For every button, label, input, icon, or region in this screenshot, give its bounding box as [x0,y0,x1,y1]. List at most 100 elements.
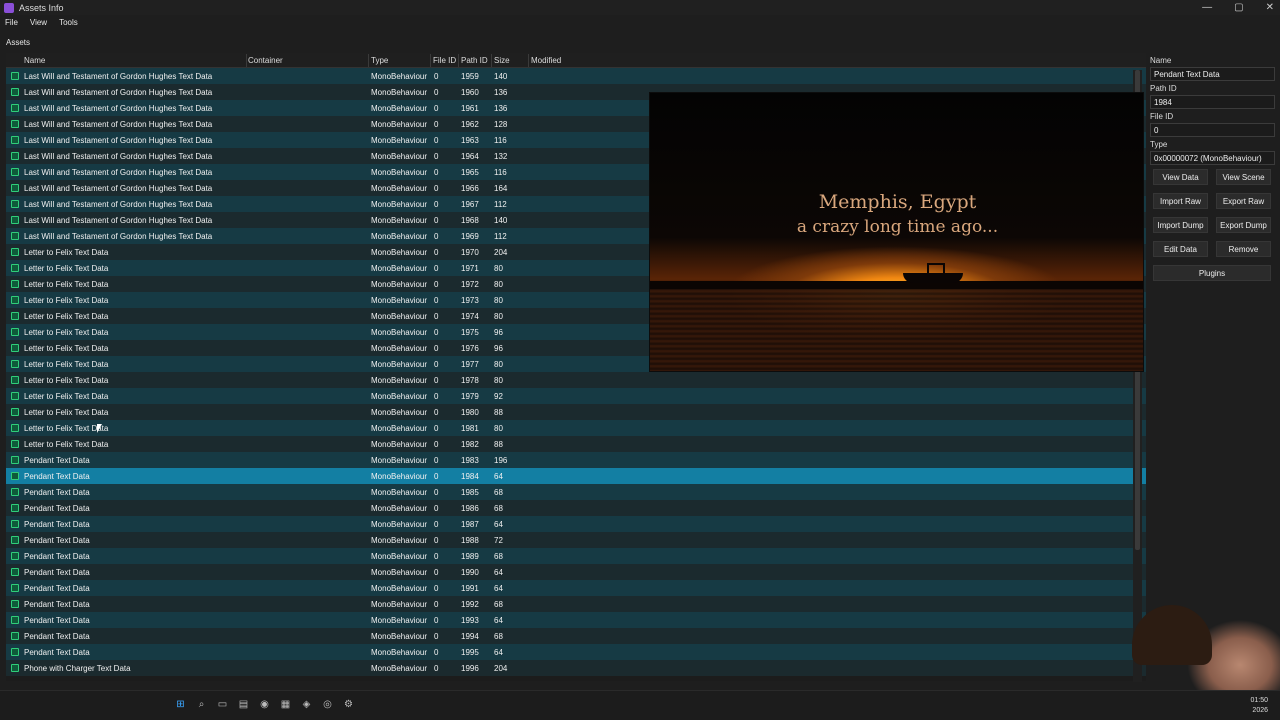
taskbar-clock[interactable]: 01:50 2026 [1250,696,1268,716]
cell-size: 196 [494,456,508,465]
windows-start-icon[interactable]: ⊞ [175,699,186,710]
window-title: Assets Info [19,2,64,13]
clock-date: 2026 [1252,707,1268,714]
cell-file-id: 0 [434,664,439,673]
edge-icon[interactable]: ◉ [259,699,270,710]
cell-path-id: 1994 [461,632,479,641]
view-data-button[interactable]: View Data [1153,169,1208,185]
table-row[interactable]: Pendant Text Data MonoBehaviour 0 1985 68 [6,484,1146,500]
settings-icon[interactable]: ⚙ [343,699,354,710]
cell-size: 96 [494,328,503,337]
chrome-icon[interactable]: ◎ [322,699,333,710]
cell-size: 64 [494,616,503,625]
cell-size: 204 [494,664,508,673]
cell-size: 68 [494,488,503,497]
export-raw-button[interactable]: Export Raw [1216,193,1271,209]
cell-file-id: 0 [434,136,439,145]
table-row[interactable]: Pendant Text Data MonoBehaviour 0 1994 68 [6,628,1146,644]
maximize-icon[interactable]: ▢ [1234,2,1243,13]
cell-path-id: 1975 [461,328,479,337]
table-row[interactable]: Pendant Text Data MonoBehaviour 0 1989 68 [6,548,1146,564]
cell-file-id: 0 [434,520,439,529]
column-size[interactable]: Size [494,56,510,65]
import-raw-button[interactable]: Import Raw [1153,193,1208,209]
table-row[interactable]: Letter to Felix Text Data MonoBehaviour 0 1… [6,404,1146,420]
cell-path-id: 1967 [461,200,479,209]
store-icon[interactable]: ▦ [280,699,291,710]
table-row[interactable]: Letter to Felix Text Data MonoBehaviour 0 1… [6,388,1146,404]
cell-file-id: 0 [434,312,439,321]
cell-name: Last Will and Testament of Gordon Hughes… [24,168,213,177]
table-row[interactable]: Pendant Text Data MonoBehaviour 0 1992 68 [6,596,1146,612]
table-row[interactable]: Pendant Text Data MonoBehaviour 0 1995 64 [6,644,1146,660]
cell-file-id: 0 [434,344,439,353]
table-row[interactable]: Pendant Text Data MonoBehaviour 0 1990 64 [6,564,1146,580]
view-scene-button[interactable]: View Scene [1216,169,1271,185]
column-name[interactable]: Name [24,56,45,65]
type-field[interactable]: 0x00000072 (MonoBehaviour) [1150,151,1275,165]
cell-path-id: 1981 [461,424,479,433]
edit-data-button[interactable]: Edit Data [1153,241,1208,257]
cell-file-id: 0 [434,568,439,577]
table-row[interactable]: Pendant Text Data MonoBehaviour 0 1991 64 [6,580,1146,596]
monobehaviour-icon [11,472,19,480]
cell-path-id: 1959 [461,72,479,81]
column-container[interactable]: Container [248,56,283,65]
column-file-id[interactable]: File ID [433,56,456,65]
taskbar: ⊞ ⌕ ▭ ▤ ◉ ▦ ◈ ◎ ⚙ 01:50 2026 [0,690,1280,720]
import-dump-button[interactable]: Import Dump [1153,217,1208,233]
column-type[interactable]: Type [371,56,388,65]
export-dump-button[interactable]: Export Dump [1216,217,1271,233]
table-row[interactable]: Letter to Felix Text Data MonoBehaviour 0 1… [6,436,1146,452]
monobehaviour-icon [11,200,19,208]
table-row[interactable]: Pendant Text Data MonoBehaviour 0 1983 196 [6,452,1146,468]
search-icon[interactable]: ⌕ [196,699,207,710]
table-row[interactable]: Letter to Felix Text Data MonoBehaviour 0 1… [6,420,1146,436]
table-row[interactable]: Last Will and Testament of Gordon Hughes… [6,68,1146,84]
plugins-button[interactable]: Plugins [1153,265,1271,281]
table-row[interactable]: Pendant Text Data MonoBehaviour 0 1986 68 [6,500,1146,516]
column-path-id[interactable]: Path ID [461,56,488,65]
cell-name: Last Will and Testament of Gordon Hughes… [24,72,213,81]
cell-size: 92 [494,392,503,401]
cell-type: MonoBehaviour [371,648,428,657]
close-icon[interactable]: ✕ [1266,2,1274,13]
task-view-icon[interactable]: ▭ [217,699,228,710]
cell-file-id: 0 [434,600,439,609]
file-id-field[interactable]: 0 [1150,123,1275,137]
cell-file-id: 0 [434,360,439,369]
cell-size: 80 [494,424,503,433]
cell-name: Pendant Text Data [24,648,90,657]
menu-file[interactable]: File [5,18,18,27]
path-id-field[interactable]: 1984 [1150,95,1275,109]
minimize-icon[interactable]: — [1202,2,1212,13]
menu-tools[interactable]: Tools [59,18,78,27]
table-row[interactable]: Pendant Text Data MonoBehaviour 0 1984 64 [6,468,1146,484]
column-modified[interactable]: Modified [531,56,561,65]
cell-name: Pendant Text Data [24,584,90,593]
cell-type: MonoBehaviour [371,664,428,673]
menu-view[interactable]: View [30,18,47,27]
cell-type: MonoBehaviour [371,360,428,369]
cell-type: MonoBehaviour [371,200,428,209]
table-row[interactable]: Phone with Charger Text Data MonoBehaviou… [6,660,1146,676]
explorer-icon[interactable]: ▤ [238,699,249,710]
monobehaviour-icon [11,88,19,96]
remove-button[interactable]: Remove [1216,241,1271,257]
cell-path-id: 1961 [461,104,479,113]
cell-name: Pendant Text Data [24,488,90,497]
cell-file-id: 0 [434,536,439,545]
table-row[interactable]: Pendant Text Data MonoBehaviour 0 1987 64 [6,516,1146,532]
table-row[interactable]: Letter to Felix Text Data MonoBehaviour 0 1… [6,372,1146,388]
cell-name: Pendant Text Data [24,520,90,529]
cell-name: Last Will and Testament of Gordon Hughes… [24,88,213,97]
name-field[interactable]: Pendant Text Data [1150,67,1275,81]
cell-name: Letter to Felix Text Data [24,328,109,337]
monobehaviour-icon [11,216,19,224]
table-header: Name Container Type File ID Path ID Size… [6,53,1146,68]
table-row[interactable]: Pendant Text Data MonoBehaviour 0 1988 72 [6,532,1146,548]
vscode-icon[interactable]: ◈ [301,699,312,710]
table-row[interactable]: Pendant Text Data MonoBehaviour 0 1993 64 [6,612,1146,628]
cell-file-id: 0 [434,72,439,81]
cell-file-id: 0 [434,88,439,97]
